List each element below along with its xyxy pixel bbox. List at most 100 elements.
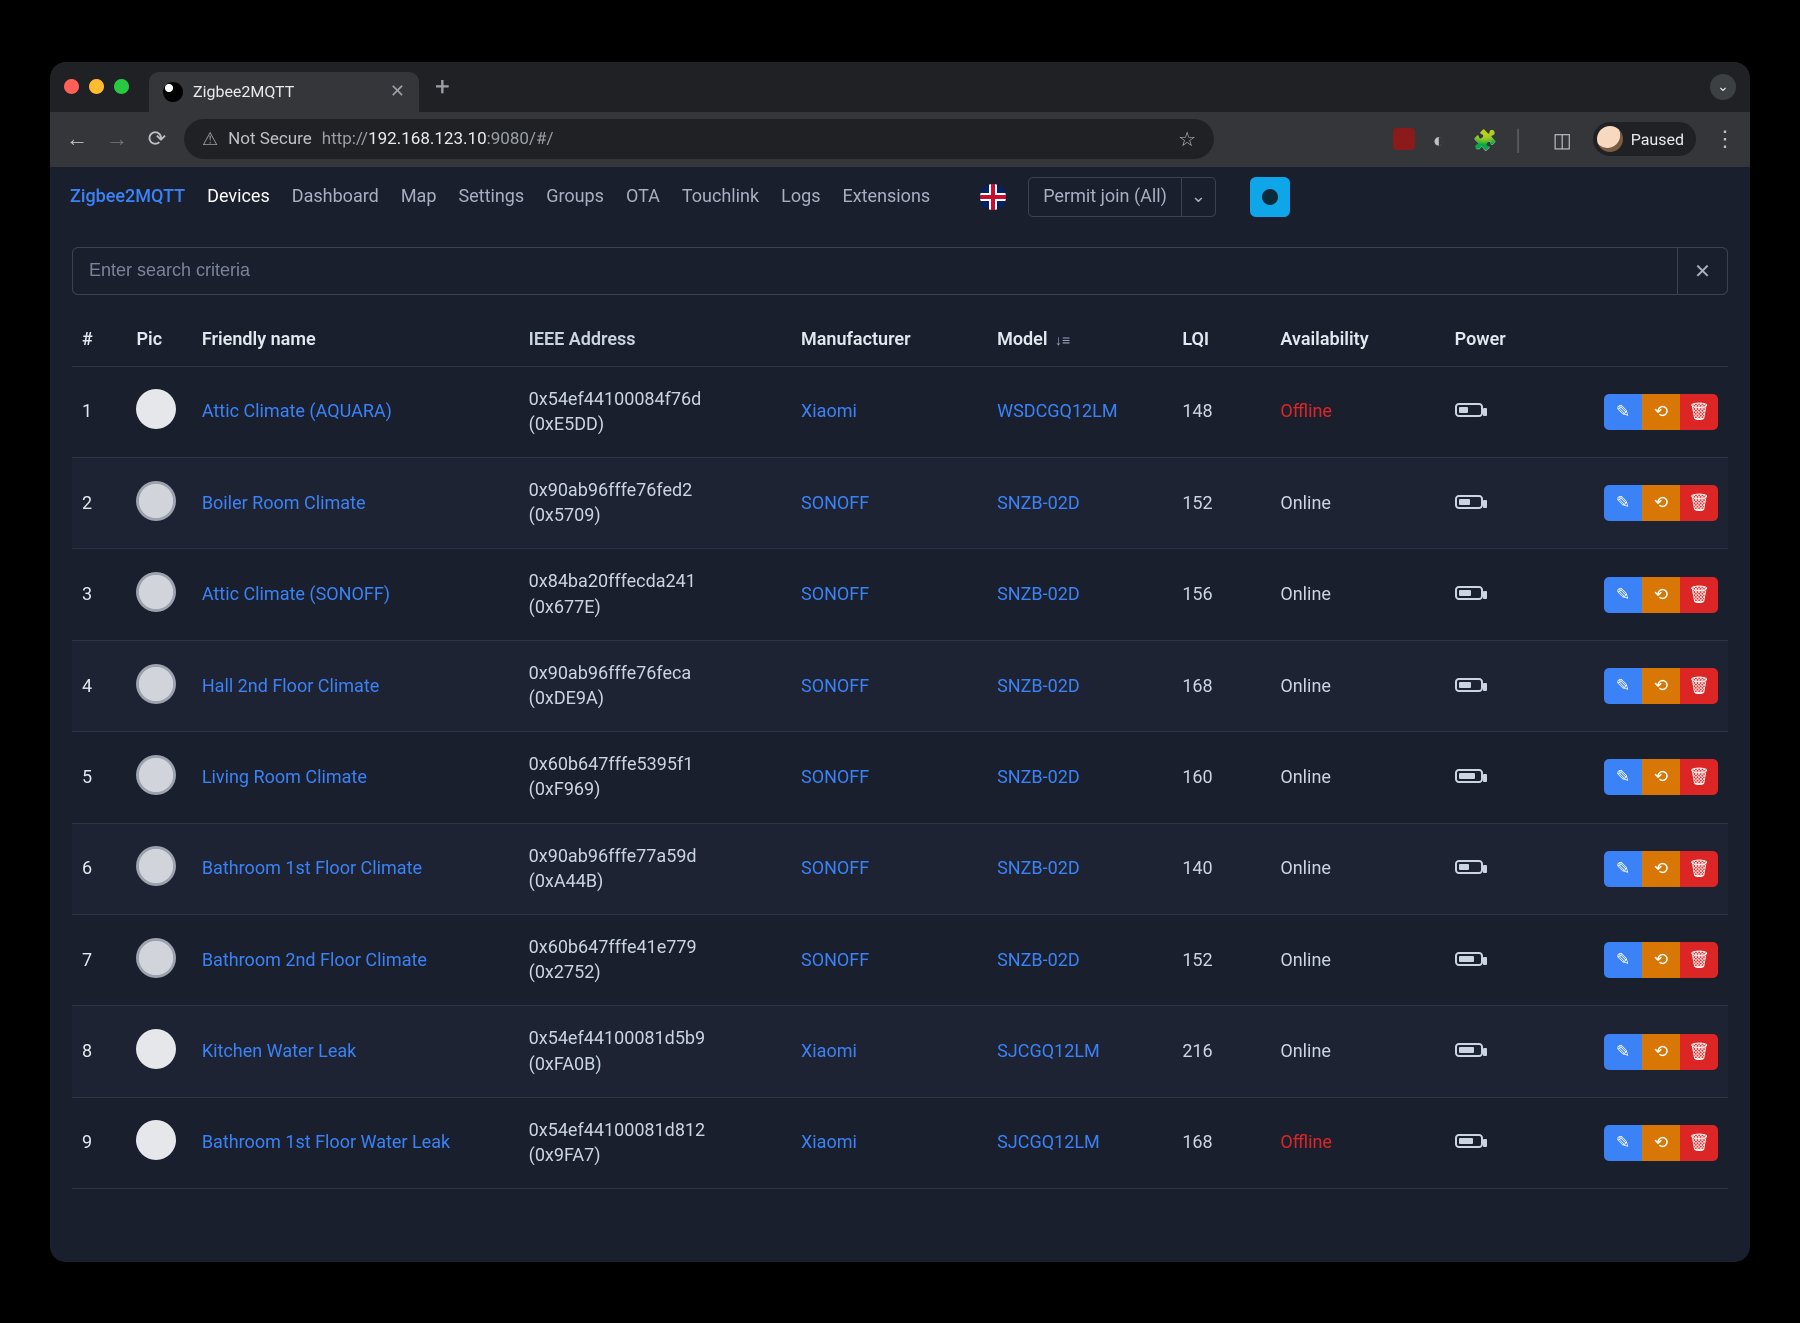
rename-button[interactable]: ✎ [1604,851,1642,887]
delete-button[interactable]: 🗑 [1680,942,1718,978]
nav-item-touchlink[interactable]: Touchlink [682,186,759,207]
reconfigure-button[interactable]: ⟲ [1642,1125,1680,1161]
delete-button[interactable]: 🗑 [1680,1125,1718,1161]
model-link[interactable]: WSDCGQ12LM [997,401,1117,422]
reconfigure-button[interactable]: ⟲ [1642,851,1680,887]
delete-button[interactable]: 🗑 [1680,577,1718,613]
bookmark-star-icon[interactable]: ☆ [1178,127,1196,151]
device-name-link[interactable]: Bathroom 1st Floor Climate [202,858,422,879]
manufacturer-link[interactable]: Xiaomi [801,1132,857,1153]
back-button[interactable]: ← [64,126,90,152]
col-ieee[interactable]: IEEE Address [519,313,791,367]
manufacturer-link[interactable]: SONOFF [801,950,869,971]
forward-button[interactable]: → [104,126,130,152]
extension-a-icon[interactable]: ◐ [1433,128,1455,150]
device-name-link[interactable]: Hall 2nd Floor Climate [202,676,379,697]
profile-chip[interactable]: Paused [1593,122,1696,156]
delete-button[interactable]: 🗑 [1680,668,1718,704]
col-num[interactable]: # [72,313,126,367]
delete-button[interactable]: 🗑 [1680,485,1718,521]
reconfigure-button[interactable]: ⟲ [1642,577,1680,613]
address-bar[interactable]: ⚠ Not Secure http://192.168.123.10:9080/… [184,119,1214,159]
nav-item-ota[interactable]: OTA [626,186,660,207]
rename-button[interactable]: ✎ [1604,942,1642,978]
model-link[interactable]: SJCGQ12LM [997,1041,1100,1062]
manufacturer-link[interactable]: SONOFF [801,584,869,605]
reconfigure-button[interactable]: ⟲ [1642,394,1680,430]
rename-button[interactable]: ✎ [1604,1125,1642,1161]
reload-button[interactable]: ⟳ [144,127,170,152]
nav-item-groups[interactable]: Groups [546,186,604,207]
manufacturer-link[interactable]: SONOFF [801,858,869,879]
delete-button[interactable]: 🗑 [1680,394,1718,430]
rename-button[interactable]: ✎ [1604,394,1642,430]
sidepanel-icon[interactable]: ◫ [1553,128,1575,150]
delete-button[interactable]: 🗑 [1680,759,1718,795]
nav-item-extensions[interactable]: Extensions [842,186,930,207]
device-name-link[interactable]: Attic Climate (SONOFF) [202,584,390,605]
col-lqi[interactable]: LQI [1172,313,1270,367]
search-clear-button[interactable]: ✕ [1677,248,1727,294]
model-link[interactable]: SNZB-02D [997,858,1080,879]
row-num: 3 [72,549,126,640]
model-link[interactable]: SNZB-02D [997,584,1080,605]
nav-item-settings[interactable]: Settings [458,186,524,207]
tabs-dropdown-button[interactable]: ⌄ [1710,74,1736,100]
ublock-icon[interactable] [1393,128,1415,150]
delete-button[interactable]: 🗑 [1680,851,1718,887]
manufacturer-link[interactable]: SONOFF [801,676,869,697]
rename-button[interactable]: ✎ [1604,668,1642,704]
col-power[interactable]: Power [1445,313,1565,367]
rename-button[interactable]: ✎ [1604,577,1642,613]
not-secure-label: Not Secure [228,129,312,149]
window-zoom-button[interactable] [114,79,129,94]
rename-button[interactable]: ✎ [1604,759,1642,795]
device-name-link[interactable]: Kitchen Water Leak [202,1041,356,1062]
new-tab-button[interactable]: + [435,72,450,102]
rename-button[interactable]: ✎ [1604,1034,1642,1070]
nav-item-map[interactable]: Map [401,186,437,207]
reconfigure-button[interactable]: ⟲ [1642,485,1680,521]
device-name-link[interactable]: Bathroom 1st Floor Water Leak [202,1132,450,1153]
window-close-button[interactable] [64,79,79,94]
rename-button[interactable]: ✎ [1604,485,1642,521]
manufacturer-link[interactable]: Xiaomi [801,401,857,422]
search-input[interactable] [73,248,1677,294]
permit-join-dropdown[interactable]: ⌄ [1182,177,1216,217]
permit-join-button[interactable]: Permit join (All) [1028,177,1182,217]
nav-item-logs[interactable]: Logs [781,186,820,207]
col-availability[interactable]: Availability [1270,313,1444,367]
model-link[interactable]: SJCGQ12LM [997,1132,1100,1153]
manufacturer-link[interactable]: SONOFF [801,767,869,788]
extensions-icon[interactable]: 🧩 [1473,128,1495,150]
browser-tab[interactable]: Zigbee2MQTT ✕ [149,72,419,112]
delete-button[interactable]: 🗑 [1680,1034,1718,1070]
col-pic[interactable]: Pic [126,313,191,367]
tab-close-button[interactable]: ✕ [390,81,405,102]
manufacturer-link[interactable]: SONOFF [801,493,869,514]
theme-toggle-button[interactable] [1250,177,1290,217]
device-name-link[interactable]: Boiler Room Climate [202,493,366,514]
reconfigure-button[interactable]: ⟲ [1642,668,1680,704]
language-flag-icon[interactable] [980,184,1006,210]
device-thumb-icon [136,572,176,612]
device-name-link[interactable]: Living Room Climate [202,767,367,788]
manufacturer-link[interactable]: Xiaomi [801,1041,857,1062]
device-name-link[interactable]: Attic Climate (AQUARA) [202,401,392,422]
window-minimize-button[interactable] [89,79,104,94]
reconfigure-button[interactable]: ⟲ [1642,1034,1680,1070]
reconfigure-button[interactable]: ⟲ [1642,942,1680,978]
browser-menu-button[interactable]: ⋮ [1714,127,1736,152]
reconfigure-button[interactable]: ⟲ [1642,759,1680,795]
model-link[interactable]: SNZB-02D [997,767,1080,788]
model-link[interactable]: SNZB-02D [997,950,1080,971]
model-link[interactable]: SNZB-02D [997,493,1080,514]
col-name[interactable]: Friendly name [192,313,519,367]
col-model[interactable]: Model ↓≡ [987,313,1172,367]
brand-link[interactable]: Zigbee2MQTT [70,186,185,207]
col-manufacturer[interactable]: Manufacturer [791,313,987,367]
nav-item-dashboard[interactable]: Dashboard [292,186,379,207]
model-link[interactable]: SNZB-02D [997,676,1080,697]
device-name-link[interactable]: Bathroom 2nd Floor Climate [202,950,427,971]
nav-item-devices[interactable]: Devices [207,186,270,207]
